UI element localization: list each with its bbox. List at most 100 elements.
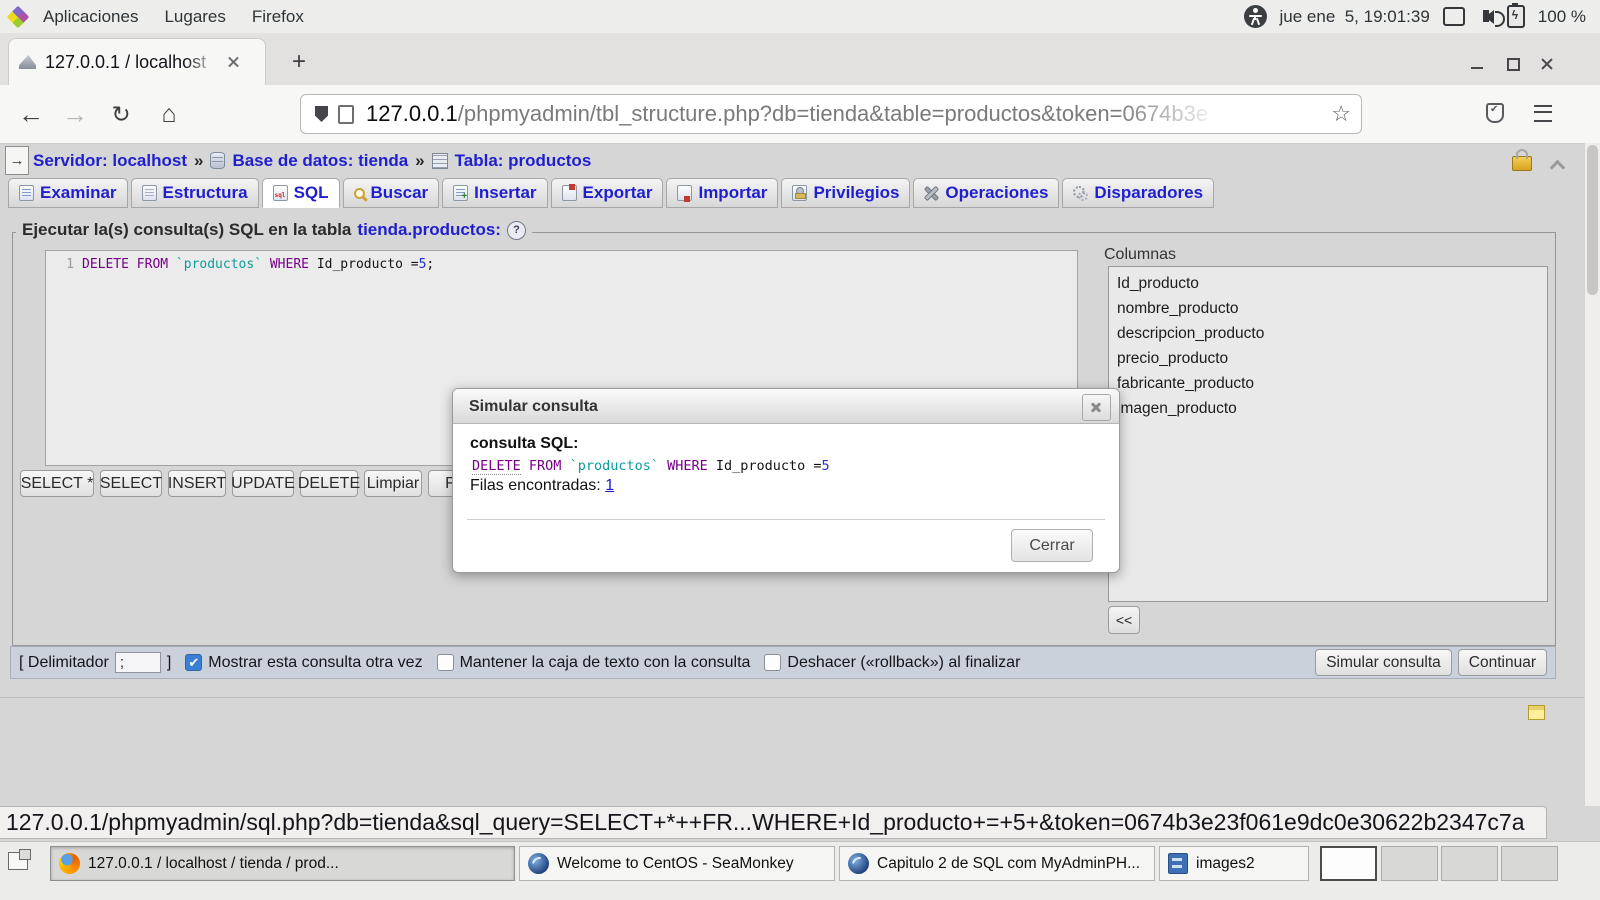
breadcrumb-server-link[interactable]: Servidor: localhost — [33, 151, 187, 171]
dialog-close-icon[interactable] — [1082, 394, 1111, 421]
restore-button[interactable] — [1502, 53, 1524, 75]
reload-button[interactable]: ↻ — [104, 97, 138, 131]
task-label: Capitulo 2 de SQL com MyAdminPH... — [877, 855, 1140, 873]
triggers-icon — [1073, 185, 1088, 201]
tab-exportar[interactable]: Exportar — [551, 178, 664, 208]
task-images2[interactable]: images2 — [1159, 846, 1309, 881]
sql-keyword-link[interactable]: DELETE — [472, 458, 521, 475]
page-info-icon[interactable] — [338, 105, 354, 124]
select-star-button[interactable]: SELECT * — [20, 470, 94, 497]
close-button[interactable] — [1536, 53, 1558, 75]
import-icon — [677, 185, 692, 201]
help-icon[interactable]: ? — [507, 221, 526, 240]
battery-icon[interactable] — [1507, 5, 1525, 28]
workspace-switcher-icon[interactable] — [8, 852, 28, 870]
tab-estructura[interactable]: Estructura — [131, 178, 259, 208]
collapse-top-icon[interactable] — [1550, 159, 1562, 171]
pma-breadcrumb: → Servidor: localhost » Base de datos: t… — [0, 143, 1600, 178]
centos-logo-icon[interactable] — [7, 5, 30, 28]
collapse-columns-button[interactable]: << — [1108, 606, 1140, 634]
breadcrumb-table-link[interactable]: Tabla: productos — [455, 151, 592, 171]
menu-lugares[interactable]: Lugares — [151, 7, 238, 27]
workspace-2[interactable] — [1381, 846, 1438, 881]
workspace-1[interactable] — [1320, 846, 1377, 881]
workspace-3[interactable] — [1441, 846, 1498, 881]
url-bar[interactable]: 127.0.0.1/phpmyadmin/tbl_structure.php?d… — [300, 94, 1362, 134]
editor-sql-line: DELETE FROM `productos` WHERE Id_product… — [82, 257, 434, 272]
menu-aplicaciones[interactable]: Aplicaciones — [30, 7, 151, 27]
tab-label: Operaciones — [945, 183, 1048, 203]
checkbox-rollback[interactable] — [764, 654, 781, 671]
legend-text: Ejecutar la(s) consulta(s) SQL en la tab… — [22, 220, 351, 240]
checkbox-show-query[interactable] — [185, 654, 202, 671]
breadcrumb-database-link[interactable]: Base de datos: tienda — [232, 151, 408, 171]
insert-button[interactable]: INSERT — [168, 470, 226, 497]
simulate-query-button[interactable]: Simular consulta — [1315, 649, 1452, 676]
menu-button[interactable] — [1534, 105, 1552, 122]
delete-button[interactable]: DELETE — [300, 470, 358, 497]
sql-text: Id_producto = — [716, 458, 822, 474]
tab-disparadores[interactable]: Disparadores — [1062, 178, 1214, 208]
tab-label: Privilegios — [813, 183, 899, 203]
list-item[interactable]: nombre_producto — [1109, 296, 1547, 321]
sql-keyword: WHERE — [262, 257, 317, 272]
back-button[interactable]: ← — [14, 97, 48, 131]
columns-listbox[interactable]: Id_producto nombre_producto descripcion_… — [1108, 266, 1548, 602]
list-item[interactable]: descripcion_producto — [1109, 321, 1547, 346]
scrollbar[interactable] — [1584, 143, 1600, 806]
accessibility-icon[interactable] — [1244, 5, 1267, 28]
tab-operaciones[interactable]: Operaciones — [913, 178, 1059, 208]
database-icon — [210, 152, 225, 169]
list-item[interactable]: precio_producto — [1109, 346, 1547, 371]
dialog-title[interactable]: Simular consulta — [453, 389, 1119, 424]
minimize-button[interactable] — [1466, 53, 1488, 75]
tab-title: 127.0.0.1 / localhost — [45, 52, 221, 73]
checkbox-label[interactable]: Deshacer («rollback») al finalizar — [787, 654, 1020, 672]
tab-insertar[interactable]: Insertar — [442, 178, 547, 208]
frame-arrow-icon[interactable]: → — [5, 146, 29, 175]
protections-shield-icon[interactable] — [1486, 103, 1504, 123]
task-seamonkey-capitulo[interactable]: Capitulo 2 de SQL com MyAdminPH... — [839, 846, 1155, 881]
query-button-row: SELECT * SELECT INSERT UPDATE DELETE Lim… — [20, 470, 472, 497]
volume-icon[interactable] — [1478, 10, 1494, 24]
display-icon[interactable] — [1443, 7, 1465, 26]
checkbox-label[interactable]: Mantener la caja de texto con la consult… — [460, 654, 751, 672]
tab-label: Importar — [698, 183, 767, 203]
forward-button[interactable]: → — [58, 97, 92, 131]
task-seamonkey-welcome[interactable]: Welcome to CentOS - SeaMonkey — [519, 846, 835, 881]
clock[interactable]: jue ene 5, 19:01:39 — [1280, 7, 1430, 27]
tab-buscar[interactable]: Buscar — [343, 178, 440, 208]
browser-tab[interactable]: 127.0.0.1 / localhost — [8, 38, 266, 85]
sql-keyword: WHERE — [659, 458, 716, 474]
query-window-icon[interactable] — [1528, 705, 1545, 720]
limpiar-button[interactable]: Limpiar — [364, 470, 422, 497]
scrollbar-thumb[interactable] — [1587, 145, 1598, 295]
tab-importar[interactable]: Importar — [666, 178, 778, 208]
new-tab-button[interactable]: + — [284, 47, 314, 77]
checkbox-retain-textbox[interactable] — [437, 654, 454, 671]
select-button[interactable]: SELECT — [100, 470, 162, 497]
delimiter-input[interactable] — [115, 652, 161, 673]
update-button[interactable]: UPDATE — [232, 470, 294, 497]
dialog-separator — [467, 519, 1105, 520]
tab-privilegios[interactable]: Privilegios — [781, 178, 910, 208]
tab-examinar[interactable]: Examinar — [8, 178, 128, 208]
legend-table-link[interactable]: tienda.productos: — [357, 220, 501, 240]
bookmark-star-icon[interactable]: ☆ — [1331, 101, 1351, 127]
continue-button[interactable]: Continuar — [1458, 649, 1547, 676]
list-item[interactable]: imagen_producto — [1109, 396, 1547, 421]
tab-sql[interactable]: SQL — [262, 178, 340, 208]
battery-percent: 100 % — [1538, 7, 1586, 27]
list-item[interactable]: Id_producto — [1109, 271, 1547, 296]
tab-close-icon[interactable] — [225, 53, 243, 71]
task-firefox[interactable]: 127.0.0.1 / localhost / tienda / prod... — [50, 846, 515, 881]
workspace-4[interactable] — [1501, 846, 1558, 881]
status-url-popup: 127.0.0.1/phpmyadmin/sql.php?db=tienda&s… — [0, 806, 1547, 839]
checkbox-label[interactable]: Mostrar esta consulta otra vez — [208, 654, 422, 672]
list-item[interactable]: fabricante_producto — [1109, 371, 1547, 396]
tracking-shield-icon[interactable] — [315, 106, 328, 122]
home-button[interactable]: ⌂ — [152, 97, 186, 131]
menu-firefox[interactable]: Firefox — [239, 7, 317, 27]
sql-identifier: `productos` — [176, 257, 262, 272]
cerrar-button[interactable]: Cerrar — [1011, 529, 1093, 562]
